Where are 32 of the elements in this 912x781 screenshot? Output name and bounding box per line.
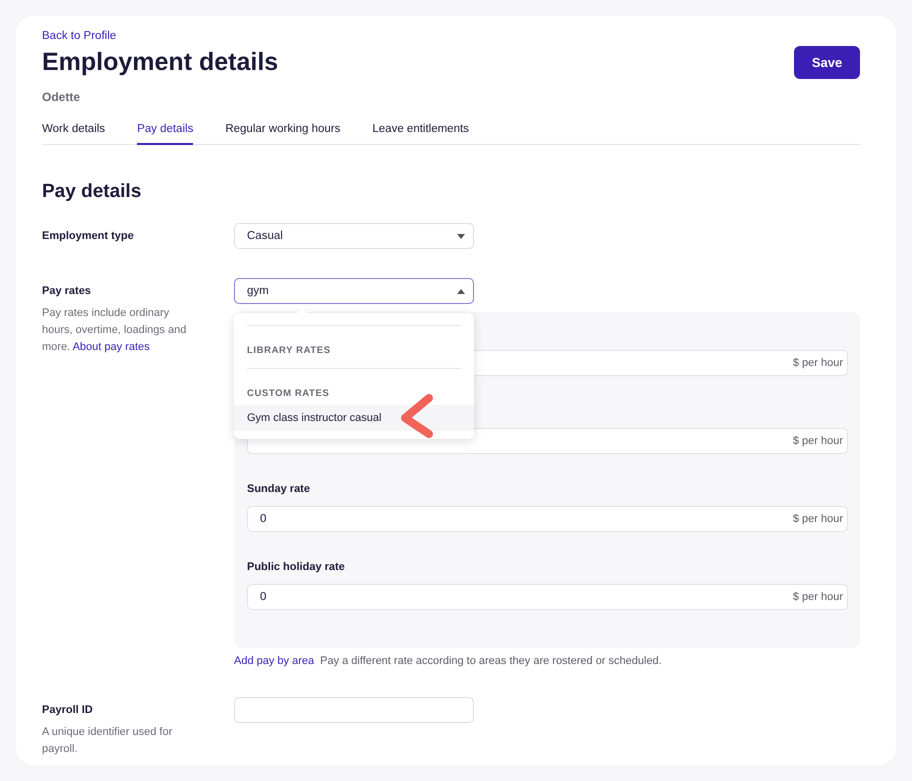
page-title: Employment details (42, 48, 278, 77)
section-title: Pay details (42, 181, 142, 203)
help-text: Pay rates include ordinary hours, overtime, loadings and more. About pay rates (42, 306, 188, 355)
save-button[interactable]: Save (794, 46, 860, 79)
input-field[interactable] (234, 697, 474, 723)
back-link[interactable]: Back to Profile (42, 30, 116, 42)
tab[interactable]: Work details (42, 123, 106, 145)
tab[interactable]: Regular working hours (225, 123, 340, 145)
field-label: Payroll ID (42, 704, 93, 716)
unit-label: $ per hour (792, 357, 843, 369)
add-area-link[interactable]: Add pay by area (234, 655, 314, 667)
employee-name: Odette (42, 90, 80, 104)
search-select-field[interactable]: gym (234, 278, 474, 304)
dropdown-item[interactable]: Gym class instructor casual (234, 405, 474, 431)
tab[interactable]: Pay details (137, 123, 194, 145)
group-heading: CUSTOM RATES (247, 388, 330, 400)
unit-label: $ per hour (792, 591, 843, 603)
help-text: Pay a different rate according to areas they are rostered or scheduled. (320, 655, 662, 667)
field-label: Pay rates (42, 285, 91, 297)
field-label: Sunday rate (247, 482, 310, 496)
rate-field[interactable]: 0 $ per hour (247, 584, 848, 610)
unit-label: $ per hour (792, 435, 843, 447)
tab[interactable]: Leave entitlements (372, 123, 469, 145)
unit-label: $ per hour (792, 513, 843, 525)
field-label: Employment type (42, 230, 134, 242)
caret-icon (457, 234, 465, 238)
caret-icon (457, 288, 465, 294)
select-field[interactable]: Casual (234, 223, 474, 249)
help-link[interactable]: About pay rates (72, 341, 150, 353)
field-label: Public holiday rate (247, 560, 345, 574)
rate-field[interactable]: 0 $ per hour (247, 506, 848, 532)
help-text: A unique identifier used for payroll. (42, 725, 174, 757)
